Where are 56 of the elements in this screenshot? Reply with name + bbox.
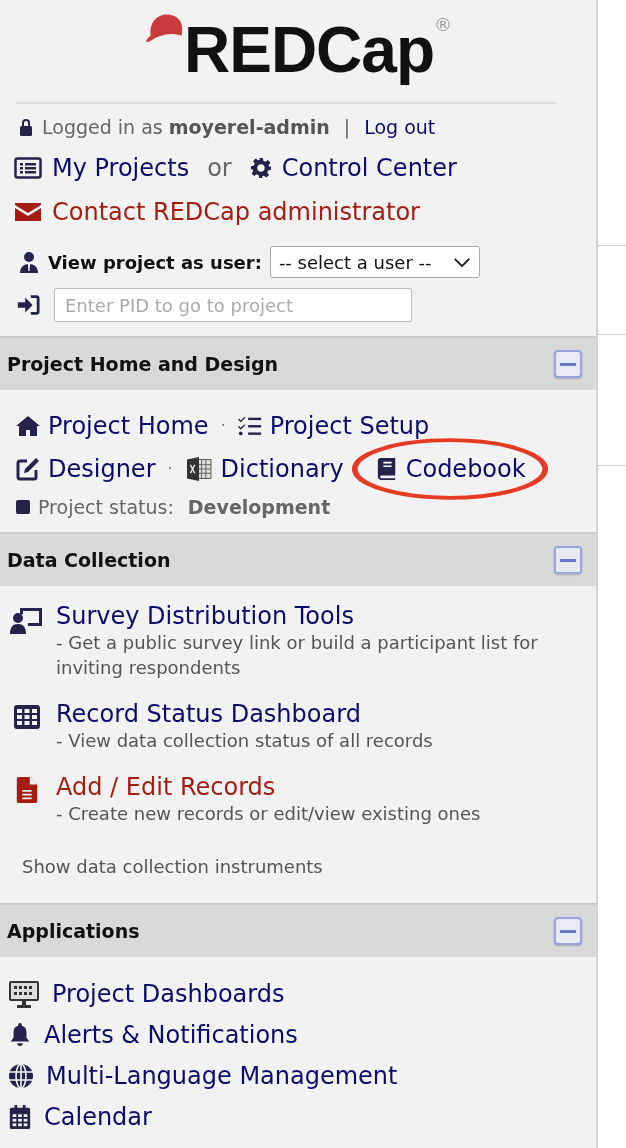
view-as-label: View project as user: — [48, 251, 262, 273]
document-icon — [14, 777, 40, 803]
envelope-icon — [14, 200, 42, 224]
lock-icon — [18, 118, 34, 136]
chevron-icon — [452, 256, 471, 268]
sign-in-icon — [16, 293, 40, 317]
tool-link[interactable]: Record Status Dashboard — [56, 700, 433, 728]
collapse-button[interactable] — [554, 917, 582, 945]
registered-mark: ® — [434, 14, 452, 35]
tool-description: - Get a public survey link or build a participant list for inviting respondents — [56, 631, 539, 680]
status-value: Development — [187, 496, 331, 518]
logo-text: REDCap — [184, 13, 434, 88]
collapse-button[interactable] — [554, 350, 582, 378]
globe-icon — [8, 1062, 34, 1089]
bell-icon — [8, 1022, 32, 1047]
control-center-link[interactable]: Control Center — [281, 154, 457, 182]
dot-separator: · — [220, 416, 226, 435]
tool-description: - View data collection status of all records — [56, 729, 433, 753]
presenter-icon — [10, 606, 44, 634]
calendar-icon — [8, 1104, 32, 1129]
dot-separator: · — [167, 459, 173, 478]
tool-link[interactable]: Survey Distribution Tools — [56, 602, 576, 630]
book-icon — [375, 457, 398, 480]
application-link[interactable]: Calendar — [44, 1102, 152, 1131]
user-select[interactable]: -- select a user -- — [269, 246, 480, 278]
project-link[interactable]: Dictionary — [220, 454, 344, 483]
my-projects-link[interactable]: My Projects — [52, 154, 190, 182]
table-icon — [14, 704, 40, 730]
or-text: or — [207, 154, 232, 182]
section-title: Project Home and Design — [7, 353, 279, 375]
spreadsheet-icon — [184, 456, 213, 481]
project-link[interactable]: Designer — [48, 454, 156, 483]
project-link[interactable]: Project Home — [48, 411, 209, 440]
project-link[interactable]: Project Setup — [269, 411, 430, 440]
monitor-icon — [8, 979, 40, 1008]
separator-text: | — [343, 116, 351, 138]
list-icon — [14, 156, 42, 180]
edit-icon — [16, 456, 40, 481]
application-link[interactable]: Multi-Language Management — [46, 1061, 398, 1090]
status-square-icon — [16, 500, 30, 514]
collapse-button[interactable] — [554, 546, 582, 574]
login-status: Logged in as moyerel-admin — [42, 116, 330, 138]
user-icon — [18, 251, 40, 273]
show-instruments-link[interactable]: Show data collection instruments — [10, 846, 586, 885]
tool-description: - Create new records or edit/view existing ones — [56, 802, 481, 826]
gear-icon — [249, 157, 272, 179]
application-link[interactable]: Alerts & Notifications — [44, 1020, 298, 1049]
contact-admin-link[interactable]: Contact REDCap administrator — [52, 198, 420, 226]
home-icon — [16, 413, 40, 438]
section-title: Applications — [7, 920, 140, 942]
pid-input-field[interactable]: Enter PID to go to project — [54, 288, 412, 322]
tool-link[interactable]: Add / Edit Records — [56, 773, 481, 801]
application-link[interactable]: Project Dashboards — [52, 979, 285, 1008]
status-label: Project status: — [38, 496, 174, 518]
section-title: Data Collection — [7, 549, 171, 571]
logout-link[interactable]: Log out — [364, 116, 436, 138]
